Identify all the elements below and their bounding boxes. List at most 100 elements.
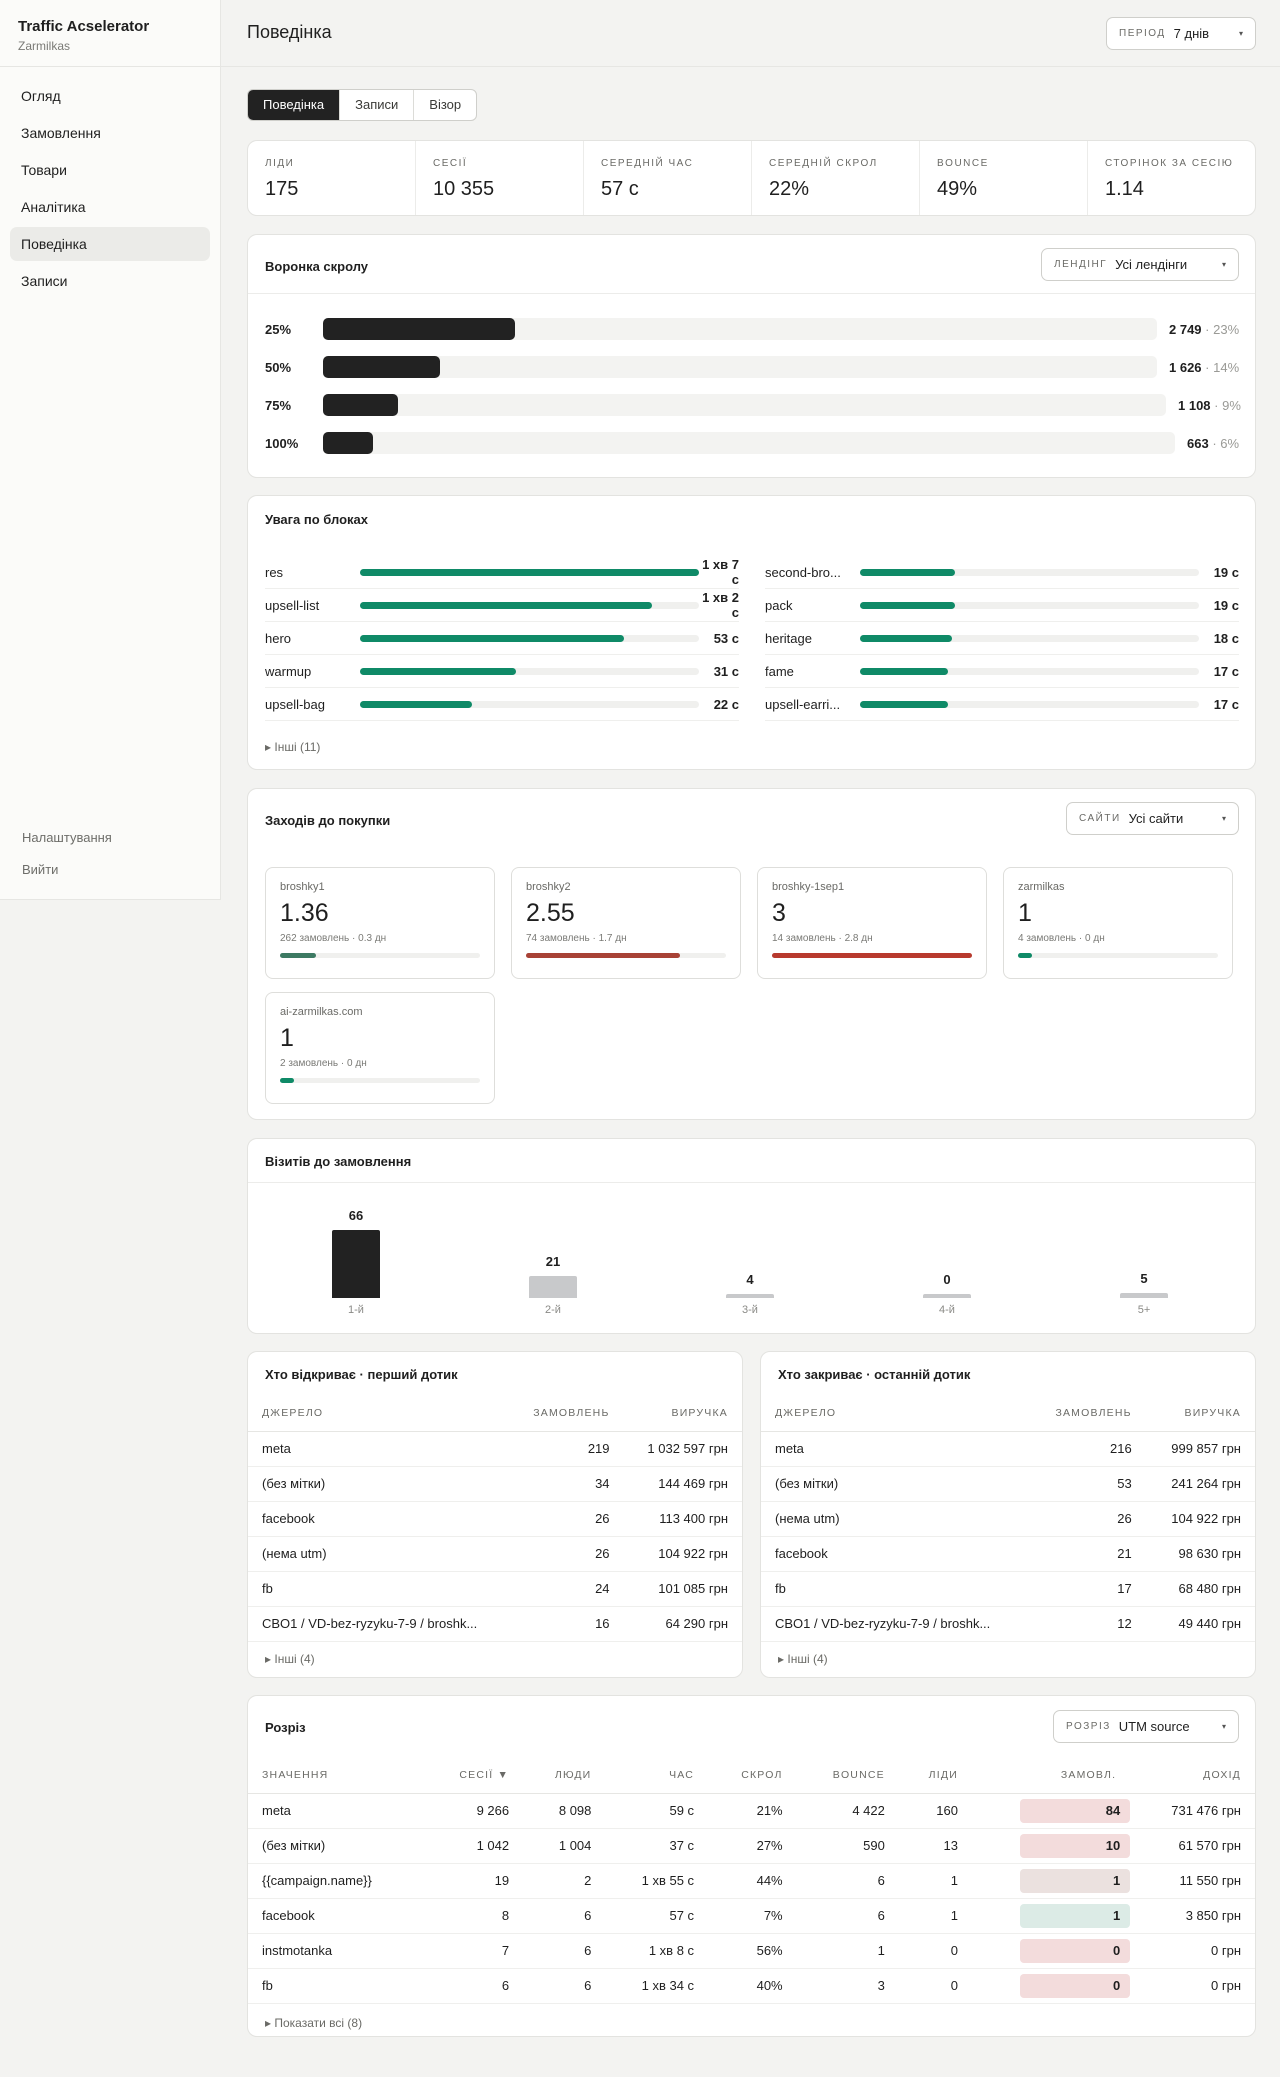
sites-select[interactable]: САЙТИ Усі сайти ▾	[1066, 802, 1239, 835]
app-title: Traffic Acselerator	[18, 18, 150, 35]
table-row[interactable]: (без мітки) 34 144 469 грн	[248, 1466, 742, 1502]
table-cell: fb	[248, 1571, 510, 1607]
table-cell: 4 422	[796, 1793, 899, 1829]
table-cell: 10	[971, 1828, 1131, 1864]
site-card[interactable]: ai-zarmilkas.com 1 2 замовлень · 0 дн	[265, 992, 495, 1104]
table-cell: 104 922 грн	[623, 1536, 742, 1572]
table-row[interactable]: fb 6 6 1 хв 34 с 40% 3 0 0 0 грн	[248, 1968, 1255, 2004]
period-select[interactable]: ПЕРІОД 7 днів ▾	[1106, 17, 1256, 50]
bar-value-label: 21	[545, 1254, 561, 1270]
table-row[interactable]: (нема utm) 26 104 922 грн	[248, 1536, 742, 1572]
table-cell: 13	[898, 1828, 972, 1864]
attention-row: warmup 31 с	[265, 655, 739, 688]
table-cell: 6	[796, 1863, 899, 1899]
funnel-row: 25% 2 749 · 23%	[265, 318, 1239, 340]
sites-value: Усі сайти	[1128, 811, 1184, 826]
funnel-row: 100% 663 · 6%	[265, 432, 1239, 454]
table-row[interactable]: (без мітки) 53 241 264 грн	[761, 1466, 1255, 1502]
site-progress	[280, 953, 480, 958]
table-header[interactable]: Джерело	[248, 1396, 510, 1432]
landing-select[interactable]: ЛЕНДІНГ Усі лендінги ▾	[1041, 248, 1239, 281]
main: Поведінка ПЕРІОД 7 днів ▾ Поведінка Запис…	[221, 0, 1280, 2037]
attention-row: fame 17 с	[765, 655, 1239, 688]
attention-block-name: second-bro...	[765, 564, 841, 580]
orders-badge: 1	[1020, 1903, 1131, 1928]
table-header[interactable]: Джерело	[761, 1396, 1030, 1432]
table-row[interactable]: (без мітки) 1 042 1 004 37 с 27% 590 13 10 61 57…	[248, 1828, 1255, 1864]
table-row[interactable]: (нема utm) 26 104 922 грн	[761, 1501, 1255, 1537]
funnel-share: 9%	[1222, 397, 1241, 413]
sidebar-item[interactable]: Замовлення	[10, 116, 210, 150]
table-header[interactable]: Замовл.	[971, 1758, 1131, 1794]
kpi-value: 10 355	[433, 178, 495, 200]
attention-track	[360, 634, 699, 642]
funnel-fill	[323, 318, 515, 340]
tab-1[interactable]: Поведінка	[248, 90, 340, 120]
table-row[interactable]: CBO1 / VD-bez-ryzyku-7-9 / broshk... 12 49…	[761, 1606, 1255, 1642]
attention-more-toggle[interactable]: ▸ Інші (11)	[265, 740, 320, 754]
attention-row: upsell-bag 22 с	[265, 688, 739, 721]
funnel-share: 14%	[1213, 359, 1240, 375]
first-touch-more-toggle[interactable]: ▸ Інші (4)	[265, 1652, 315, 1666]
sidebar-item[interactable]: Поведінка	[10, 227, 210, 261]
attention-block-name: warmup	[265, 663, 312, 679]
table-header[interactable]: Час	[605, 1758, 709, 1794]
table-header[interactable]: Значення	[248, 1758, 424, 1794]
table-header[interactable]: Скрол	[708, 1758, 797, 1794]
attention-fill	[860, 568, 955, 576]
site-name: ai-zarmilkas.com	[280, 1006, 363, 1018]
table-row[interactable]: {{campaign.name}} 19 2 1 хв 55 с 44% 6 1 1 11 55…	[248, 1863, 1255, 1899]
table-row[interactable]: fb 17 68 480 грн	[761, 1571, 1255, 1607]
site-progress	[1018, 953, 1218, 958]
table-header[interactable]: Виручка	[623, 1396, 742, 1432]
site-progress-fill	[772, 953, 972, 958]
site-progress-fill	[280, 1078, 294, 1083]
visits-to-order-title: Візитів до замовлення	[265, 1154, 412, 1169]
funnel-row: 50% 1 626 · 14%	[265, 356, 1239, 378]
breakdown-title: Розріз	[265, 1720, 306, 1735]
breakdown-select[interactable]: РОЗРІЗ UTM source ▾	[1053, 1710, 1239, 1743]
table-header[interactable]: Дохід	[1130, 1758, 1255, 1794]
table-header[interactable]: Виручка	[1145, 1396, 1255, 1432]
table-row[interactable]: fb 24 101 085 грн	[248, 1571, 742, 1607]
table-cell: 113 400 грн	[623, 1501, 742, 1537]
table-row[interactable]: facebook 8 6 57 с 7% 6 1 1 3 850 грн	[248, 1898, 1255, 1934]
bar-value-label: 4	[746, 1271, 754, 1287]
sidebar-item[interactable]: Товари	[10, 153, 210, 187]
sidebar-item[interactable]: Записи	[10, 264, 210, 298]
table-header[interactable]: Замовлень	[1029, 1396, 1146, 1432]
site-card[interactable]: broshky1 1.36 262 замовлень · 0.3 дн	[265, 867, 495, 979]
funnel-fill	[323, 356, 440, 378]
bar-value-label: 66	[348, 1208, 364, 1223]
table-row[interactable]: meta 219 1 032 597 грн	[248, 1431, 742, 1467]
table-header[interactable]: Сесії ▼	[423, 1758, 524, 1794]
table-cell: 0	[898, 1968, 972, 2004]
table-row[interactable]: meta 216 999 857 грн	[761, 1431, 1255, 1467]
table-row[interactable]: instmotanka 7 6 1 хв 8 с 56% 1 0 0 0 грн	[248, 1933, 1255, 1969]
table-cell: 1	[971, 1898, 1131, 1934]
table-row[interactable]: facebook 21 98 630 грн	[761, 1536, 1255, 1572]
table-row[interactable]: facebook 26 113 400 грн	[248, 1501, 742, 1537]
sidebar-item[interactable]: Аналітика	[10, 190, 210, 224]
table-row[interactable]: CBO1 / VD-bez-ryzyku-7-9 / broshk... 16 64…	[248, 1606, 742, 1642]
settings-link[interactable]: Налаштування	[22, 830, 112, 845]
attention-block-name: heritage	[765, 630, 812, 646]
tab-2[interactable]: Записи	[339, 90, 413, 120]
table-header[interactable]: Замовлень	[509, 1396, 624, 1432]
logout-link[interactable]: Вийти	[22, 862, 112, 877]
site-card[interactable]: zarmilkas 1 4 замовлень · 0 дн	[1003, 867, 1233, 979]
table-header[interactable]: Bounce	[796, 1758, 899, 1794]
attention-fill	[860, 634, 952, 642]
sidebar-item[interactable]: Огляд	[10, 79, 210, 113]
site-card[interactable]: broshky-1sep1 3 14 замовлень · 2.8 дн	[757, 867, 987, 979]
last-touch-more-toggle[interactable]: ▸ Інші (4)	[778, 1652, 828, 1666]
chevron-down-icon: ▾	[1221, 1722, 1226, 1731]
site-card[interactable]: broshky2 2.55 74 замовлень · 1.7 дн	[511, 867, 741, 979]
table-header[interactable]: Ліди	[898, 1758, 972, 1794]
table-header[interactable]: Люди	[523, 1758, 606, 1794]
breakdown-show-all[interactable]: ▸ Показати всі (8)	[265, 2016, 362, 2030]
attention-row: heritage 18 с	[765, 622, 1239, 655]
tab-3[interactable]: Візор	[413, 90, 476, 120]
table-row[interactable]: meta 9 266 8 098 59 с 21% 4 422 160 84 731 476 г…	[248, 1793, 1255, 1829]
table-cell: 8 098	[523, 1793, 606, 1829]
